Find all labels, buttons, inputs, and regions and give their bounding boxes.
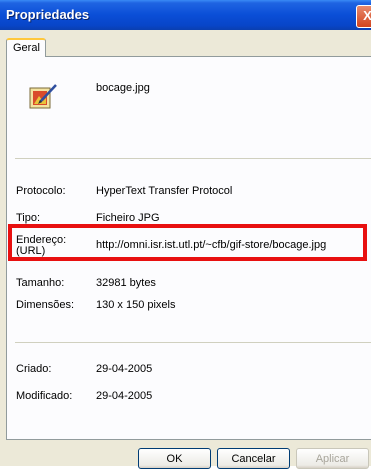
separator [15, 342, 371, 343]
close-button[interactable]: X [356, 5, 371, 28]
window-title: Propriedades [6, 7, 90, 22]
close-icon: X [363, 8, 371, 23]
created-label: Criado: [16, 363, 52, 375]
size-value: 32981 bytes [96, 277, 156, 289]
modified-label: Modificado: [16, 390, 73, 402]
tab-label: Geral [13, 42, 40, 54]
file-name: bocage.jpg [96, 82, 150, 94]
dimensions-value: 130 x 150 pixels [96, 299, 176, 311]
tab-geral[interactable]: Geral [6, 38, 46, 57]
separator [15, 158, 371, 159]
modified-value: 29-04-2005 [96, 390, 153, 402]
type-value: Ficheiro JPG [96, 212, 160, 224]
jpg-image-file-icon [29, 84, 57, 109]
created-value: 29-04-2005 [96, 363, 153, 375]
protocol-label: Protocolo: [16, 185, 66, 197]
protocol-value: HyperText Transfer Protocol [96, 185, 233, 197]
title-bar[interactable]: Propriedades X [0, 0, 371, 30]
size-label: Tamanho: [16, 277, 65, 289]
properties-dialog: Propriedades X Geral bocage.jpg Protocol… [0, 0, 371, 469]
type-label: Tipo: [16, 212, 41, 224]
dimensions-label: Dimensões: [16, 299, 75, 311]
highlight-box [8, 224, 367, 261]
